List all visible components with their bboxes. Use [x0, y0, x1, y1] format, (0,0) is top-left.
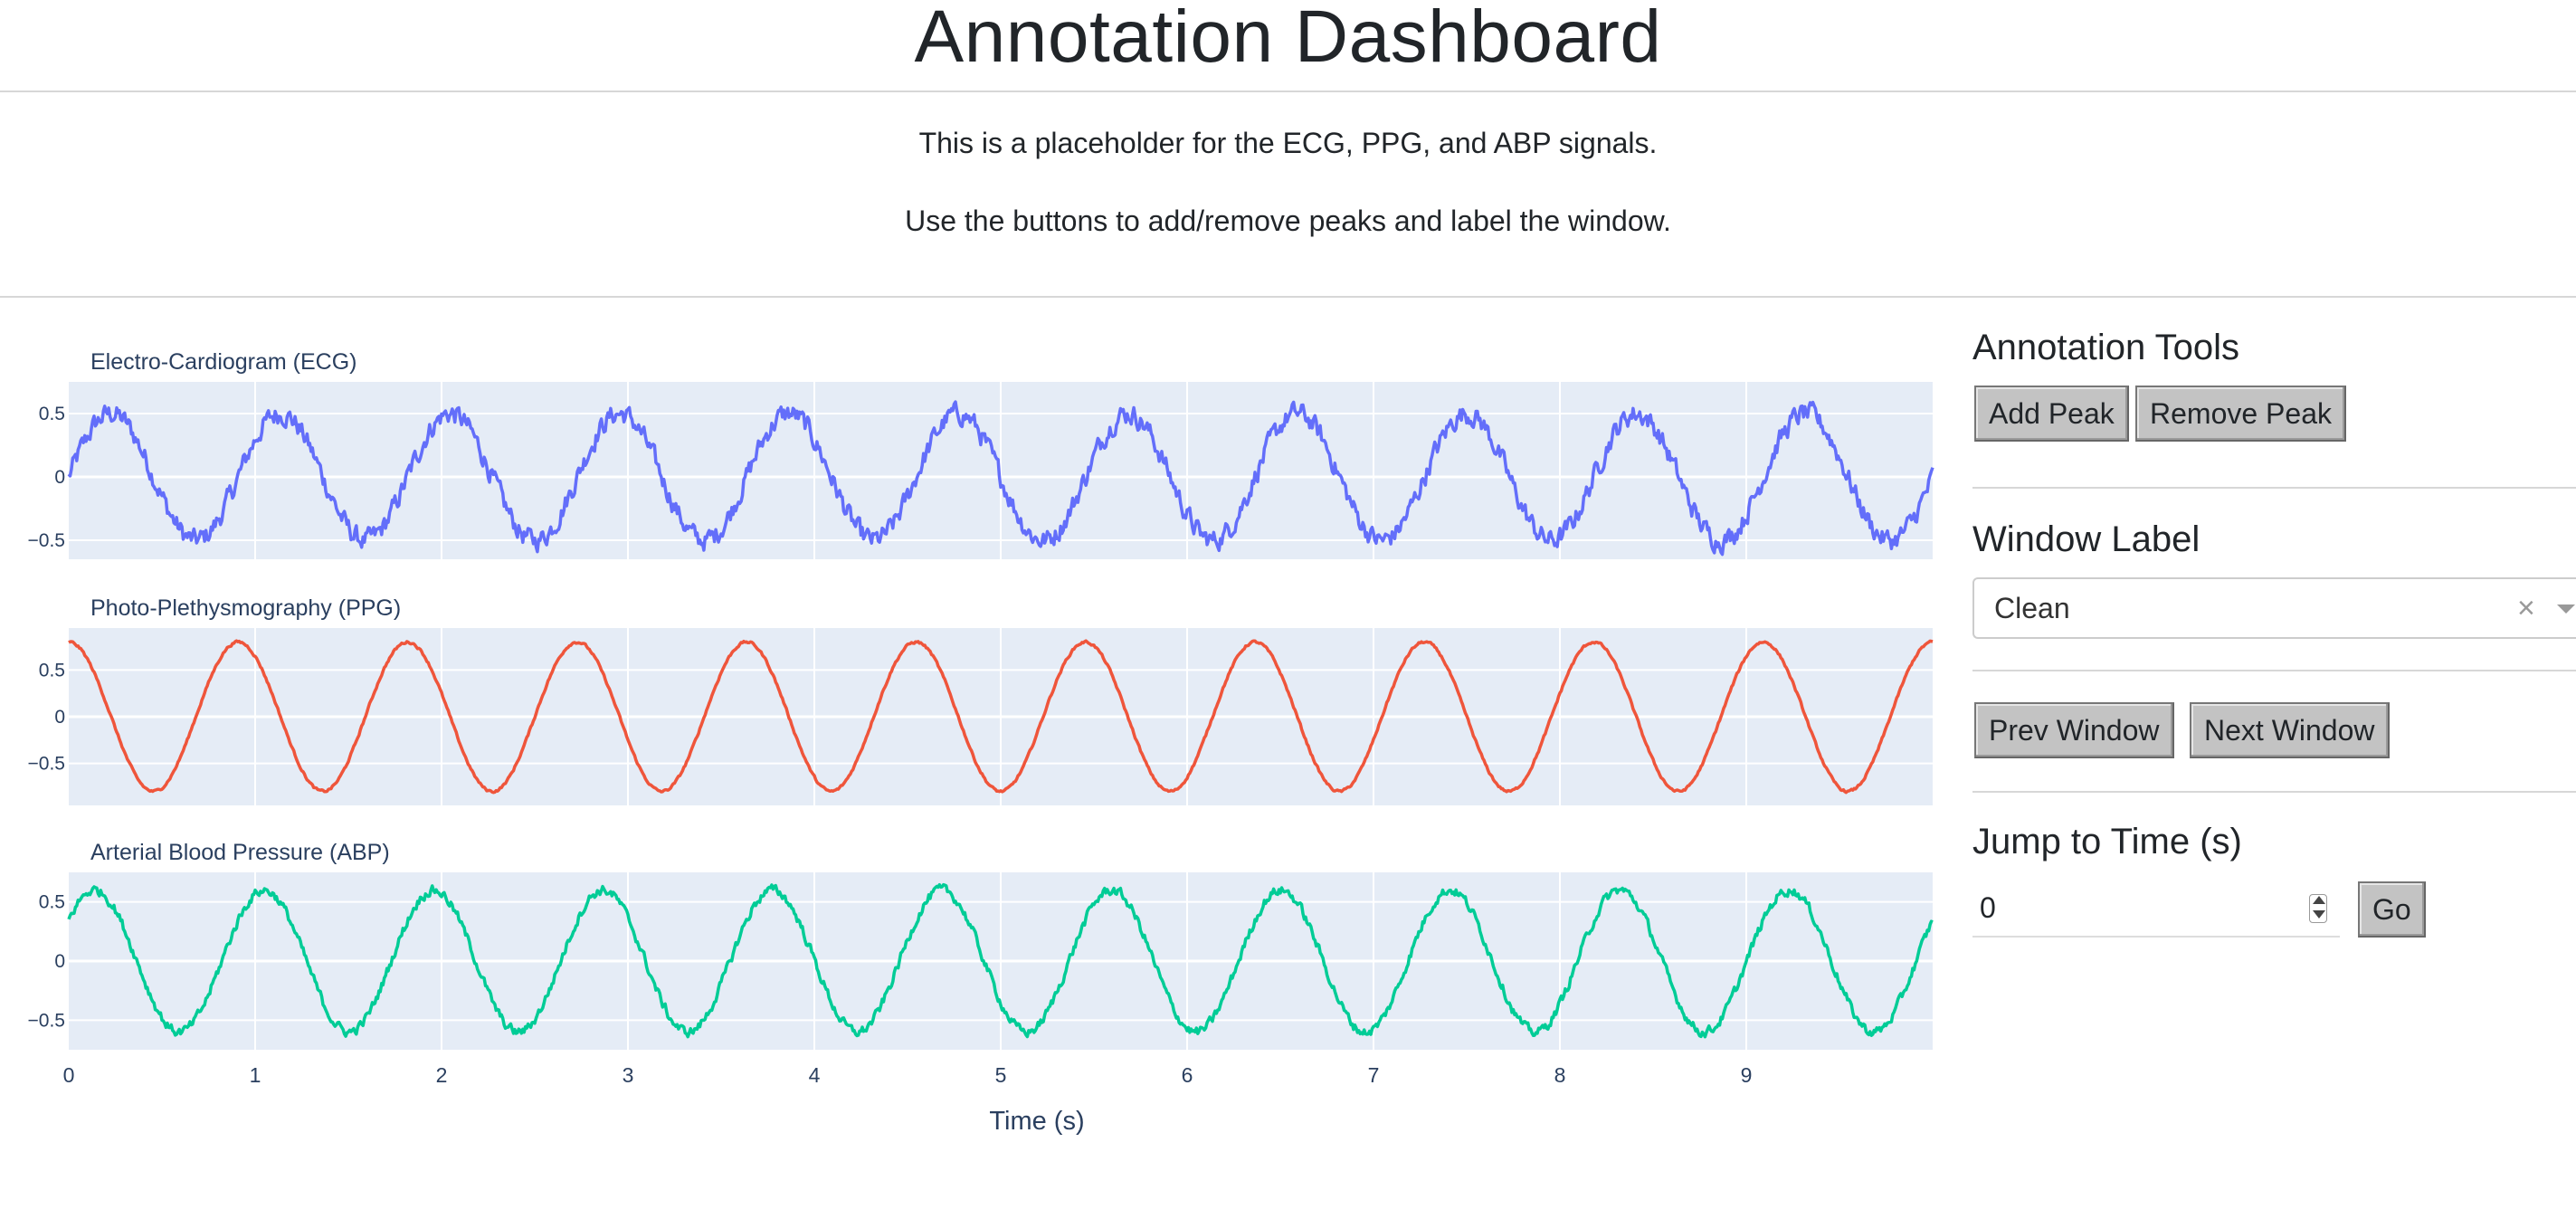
x-tick-label: 1 — [250, 1063, 261, 1087]
navigation-divider — [1972, 791, 2576, 793]
spinner-up-icon[interactable] — [2313, 896, 2325, 904]
clear-selection-icon[interactable]: × — [2517, 579, 2535, 637]
x-tick-label: 2 — [436, 1063, 448, 1087]
subplot-title: Electro-Cardiogram (ECG) — [90, 349, 357, 375]
jump-time-field[interactable] — [1972, 881, 2340, 938]
jump-time-input[interactable] — [1978, 881, 2289, 934]
annotation-tools-heading: Annotation Tools — [1972, 328, 2240, 367]
tools-divider — [1972, 487, 2576, 489]
y-tick-label: 0 — [54, 467, 65, 488]
y-tick-label: −0.5 — [28, 530, 65, 551]
y-tick-label: −0.5 — [28, 754, 65, 775]
window-label-value: Clean — [1994, 592, 2070, 624]
number-spinner-icon[interactable] — [2309, 894, 2327, 923]
y-tick-label: 0 — [54, 951, 65, 972]
remove-peak-button[interactable]: Remove Peak — [2135, 386, 2346, 442]
go-button[interactable]: Go — [2358, 881, 2426, 938]
annotation-sidebar: Annotation Tools Add Peak Remove Peak Wi… — [1972, 0, 2576, 1209]
x-tick-label: 5 — [995, 1063, 1007, 1087]
chevron-down-icon[interactable] — [2557, 604, 2575, 614]
y-tick-label: 0 — [54, 707, 65, 728]
y-tick-label: 0.5 — [39, 660, 65, 681]
y-tick-label: −0.5 — [28, 1010, 65, 1031]
subplot-title: Arterial Blood Pressure (ABP) — [90, 840, 390, 865]
x-axis-title: Time (s) — [989, 1107, 1084, 1136]
label-divider — [1972, 670, 2576, 671]
signal-plots-svg[interactable]: −0.5 0 0.5 Electro-Cardiogram (ECG) −0.5 0 0.5… — [0, 335, 1936, 1149]
spinner-down-icon[interactable] — [2313, 910, 2325, 919]
add-peak-button[interactable]: Add Peak — [1974, 386, 2129, 442]
next-window-button[interactable]: Next Window — [2190, 702, 2390, 758]
window-label-dropdown[interactable]: Clean × — [1972, 577, 2576, 639]
x-tick-label: 7 — [1368, 1063, 1380, 1087]
window-label-heading: Window Label — [1972, 519, 2201, 559]
x-tick-label: 4 — [809, 1063, 821, 1087]
x-tick-label: 8 — [1554, 1063, 1566, 1087]
x-tick-label: 3 — [623, 1063, 634, 1087]
prev-window-button[interactable]: Prev Window — [1974, 702, 2174, 758]
x-tick-label: 6 — [1182, 1063, 1193, 1087]
subplot-title: Photo-Plethysmography (PPG) — [90, 595, 401, 621]
x-tick-label: 0 — [63, 1063, 75, 1087]
jump-to-time-heading: Jump to Time (s) — [1972, 822, 2242, 862]
y-tick-label: 0.5 — [39, 892, 65, 913]
x-tick-label: 9 — [1741, 1063, 1753, 1087]
signal-plots[interactable]: −0.5 0 0.5 Electro-Cardiogram (ECG) −0.5 0 0.5… — [0, 335, 1936, 1149]
y-tick-label: 0.5 — [39, 404, 65, 424]
